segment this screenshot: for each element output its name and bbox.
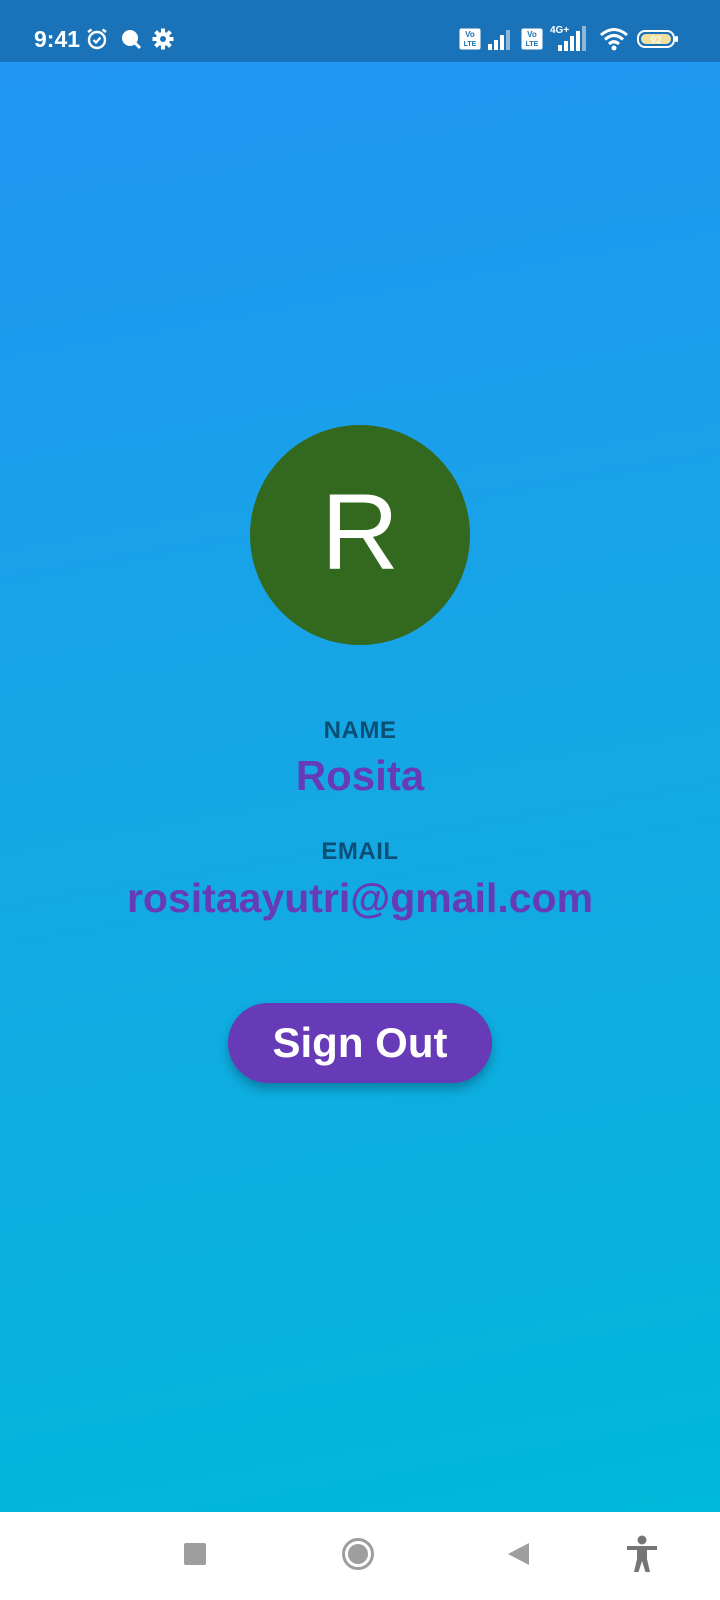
battery-level: 92 — [650, 35, 662, 46]
home-circle-icon — [341, 1537, 375, 1576]
name-label: NAME — [323, 717, 397, 744]
recents-button[interactable] — [155, 1512, 235, 1600]
email-label: EMAIL — [321, 838, 399, 865]
avatar-initial: R — [321, 471, 399, 592]
volte-icon: Vo LTE — [520, 26, 544, 52]
accessibility-button[interactable] — [602, 1512, 682, 1600]
name-value: Rosita — [295, 752, 425, 799]
settings-icon — [150, 26, 176, 52]
home-button[interactable] — [318, 1512, 398, 1600]
signal-icon — [486, 26, 514, 52]
alarm-icon — [84, 26, 110, 52]
profile-content: R NAME Rosita EMAIL rositaayutri@gmail.c… — [0, 62, 720, 1512]
network-label: 4G+ — [550, 25, 569, 36]
svg-text:Vo: Vo — [465, 30, 475, 39]
accessibility-icon — [625, 1535, 659, 1578]
search-icon — [118, 26, 144, 52]
status-time: 9:41 — [34, 26, 81, 52]
avatar: R — [250, 425, 470, 645]
svg-text:LTE: LTE — [526, 41, 539, 48]
recents-square-icon — [183, 1542, 207, 1571]
back-triangle-icon — [505, 1541, 531, 1572]
back-button[interactable] — [478, 1512, 558, 1600]
email-value: rositaayutri@gmail.com — [126, 875, 594, 921]
wifi-icon — [598, 26, 630, 52]
battery-icon: 92 — [636, 26, 680, 52]
svg-text:LTE: LTE — [464, 41, 477, 48]
volte-icon: Vo LTE — [458, 26, 482, 52]
svg-text:Vo: Vo — [527, 30, 537, 39]
signal-4g-icon: 4G+ — [548, 22, 590, 54]
sign-out-button[interactable]: Sign Out — [228, 1003, 492, 1083]
navigation-bar — [0, 1512, 720, 1600]
status-bar: 9:41 Vo LTE Vo LTE 4G+ 92 — [0, 0, 720, 62]
profile-screen: 9:41 Vo LTE Vo LTE 4G+ 92 R NAME Rosita … — [0, 0, 720, 1600]
